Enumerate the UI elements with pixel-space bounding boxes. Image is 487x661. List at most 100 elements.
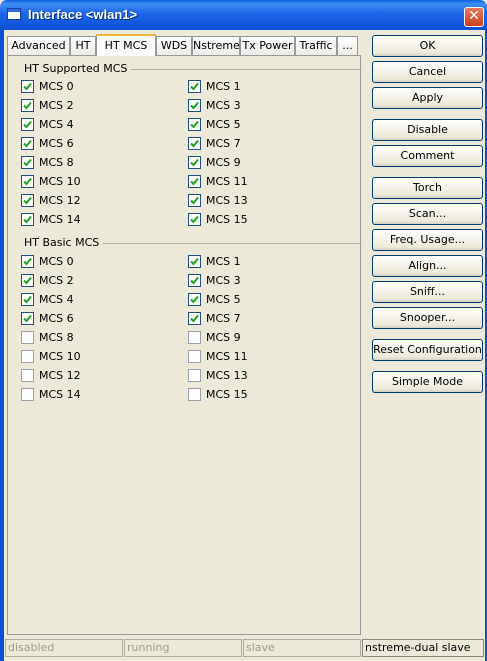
- checkmark-icon: [190, 276, 199, 285]
- checkbox-label: MCS 0: [39, 255, 74, 268]
- checkbox[interactable]: [21, 194, 34, 207]
- checkbox[interactable]: [21, 331, 34, 344]
- disable-button[interactable]: Disable: [372, 119, 483, 141]
- align-button[interactable]: Align...: [372, 255, 483, 277]
- checkbox-label: MCS 1: [206, 80, 241, 93]
- checkbox[interactable]: [21, 99, 34, 112]
- checkbox-label: MCS 12: [39, 194, 81, 207]
- checkbox-label: MCS 11: [206, 350, 248, 363]
- checkbox[interactable]: [21, 293, 34, 306]
- checkbox-label: MCS 6: [39, 312, 74, 325]
- checkbox[interactable]: [188, 274, 201, 287]
- ok-button[interactable]: OK: [372, 35, 483, 57]
- apply-button[interactable]: Apply: [372, 87, 483, 109]
- tab-wds[interactable]: WDS: [156, 36, 192, 55]
- checkbox[interactable]: [21, 312, 34, 325]
- checkbox-label: MCS 3: [206, 274, 241, 287]
- checkmark-icon: [190, 139, 199, 148]
- checkbox-label: MCS 8: [39, 156, 74, 169]
- checkbox-label: MCS 12: [39, 369, 81, 382]
- checkbox-label: MCS 6: [39, 137, 74, 150]
- checkbox[interactable]: [21, 80, 34, 93]
- scan-button[interactable]: Scan...: [372, 203, 483, 225]
- checkmark-icon: [190, 177, 199, 186]
- checkbox-label: MCS 15: [206, 388, 248, 401]
- checkbox[interactable]: [188, 194, 201, 207]
- checkbox-label: MCS 15: [206, 213, 248, 226]
- ht-mcs-panel: HT Supported MCS MCS 0 MCS 1 MCS 2 MCS 3 MCS…: [7, 55, 362, 635]
- cancel-button[interactable]: Cancel: [372, 61, 483, 83]
- tab-nstreme[interactable]: Nstreme: [192, 36, 240, 55]
- checkbox-label: MCS 1: [206, 255, 241, 268]
- status-running: running: [124, 639, 242, 657]
- tab-tx-power[interactable]: Tx Power: [240, 36, 295, 55]
- status-enabled: disabled: [5, 639, 123, 657]
- checkbox[interactable]: [21, 369, 34, 382]
- sniff-button[interactable]: Sniff...: [372, 281, 483, 303]
- checkbox[interactable]: [21, 118, 34, 131]
- checkmark-icon: [23, 215, 32, 224]
- checkbox[interactable]: [21, 156, 34, 169]
- checkbox[interactable]: [188, 350, 201, 363]
- simple-mode-button[interactable]: Simple Mode: [372, 371, 483, 393]
- checkbox[interactable]: [188, 213, 201, 226]
- checkbox[interactable]: [21, 274, 34, 287]
- checkmark-icon: [23, 120, 32, 129]
- checkbox[interactable]: [21, 388, 34, 401]
- checkbox-label: MCS 3: [206, 99, 241, 112]
- ht-supported-title: HT Supported MCS: [24, 62, 132, 75]
- checkbox[interactable]: [188, 255, 201, 268]
- tab-advanced[interactable]: Advanced: [7, 36, 70, 55]
- checkbox[interactable]: [21, 350, 34, 363]
- checkbox[interactable]: [21, 213, 34, 226]
- checkbox[interactable]: [188, 99, 201, 112]
- checkbox[interactable]: [188, 156, 201, 169]
- checkbox[interactable]: [21, 255, 34, 268]
- checkmark-icon: [23, 139, 32, 148]
- checkbox-label: MCS 7: [206, 137, 241, 150]
- checkbox[interactable]: [188, 388, 201, 401]
- checkbox[interactable]: [188, 369, 201, 382]
- checkbox[interactable]: [188, 293, 201, 306]
- checkbox-label: MCS 7: [206, 312, 241, 325]
- tab-traffic[interactable]: Traffic: [295, 36, 337, 55]
- checkmark-icon: [190, 314, 199, 323]
- checkbox-label: MCS 0: [39, 80, 74, 93]
- comment-button[interactable]: Comment: [372, 145, 483, 167]
- checkmark-icon: [23, 276, 32, 285]
- checkmark-icon: [23, 295, 32, 304]
- snooper-button[interactable]: Snooper...: [372, 307, 483, 329]
- checkbox[interactable]: [21, 175, 34, 188]
- tab-ht[interactable]: HT: [70, 36, 96, 55]
- ht-basic-title: HT Basic MCS: [24, 236, 104, 249]
- checkbox[interactable]: [188, 137, 201, 150]
- checkmark-icon: [23, 158, 32, 167]
- freq-usage-button[interactable]: Freq. Usage...: [372, 229, 483, 251]
- checkbox[interactable]: [188, 175, 201, 188]
- tab-more[interactable]: ...: [337, 36, 358, 55]
- checkbox-label: MCS 5: [206, 118, 241, 131]
- checkmark-icon: [190, 101, 199, 110]
- checkmark-icon: [190, 295, 199, 304]
- checkbox[interactable]: [188, 312, 201, 325]
- checkbox-label: MCS 14: [39, 213, 81, 226]
- checkbox[interactable]: [188, 331, 201, 344]
- torch-button[interactable]: Torch: [372, 177, 483, 199]
- window-icon: [7, 8, 21, 20]
- checkbox-label: MCS 5: [206, 293, 241, 306]
- checkbox[interactable]: [188, 118, 201, 131]
- checkbox-label: MCS 11: [206, 175, 248, 188]
- tab-ht-mcs[interactable]: HT MCS: [96, 34, 156, 56]
- reset-configuration-button[interactable]: Reset Configuration: [372, 339, 483, 361]
- checkbox-label: MCS 9: [206, 156, 241, 169]
- checkbox-label: MCS 14: [39, 388, 81, 401]
- checkbox-label: MCS 8: [39, 331, 74, 344]
- status-mode: slave: [243, 639, 361, 657]
- checkbox[interactable]: [21, 137, 34, 150]
- close-button[interactable]: ✕: [464, 7, 484, 27]
- checkbox-label: MCS 13: [206, 369, 248, 382]
- title-bar[interactable]: Interface <wlan1> ✕: [0, 0, 487, 30]
- checkbox[interactable]: [188, 80, 201, 93]
- checkmark-icon: [190, 196, 199, 205]
- checkmark-icon: [23, 101, 32, 110]
